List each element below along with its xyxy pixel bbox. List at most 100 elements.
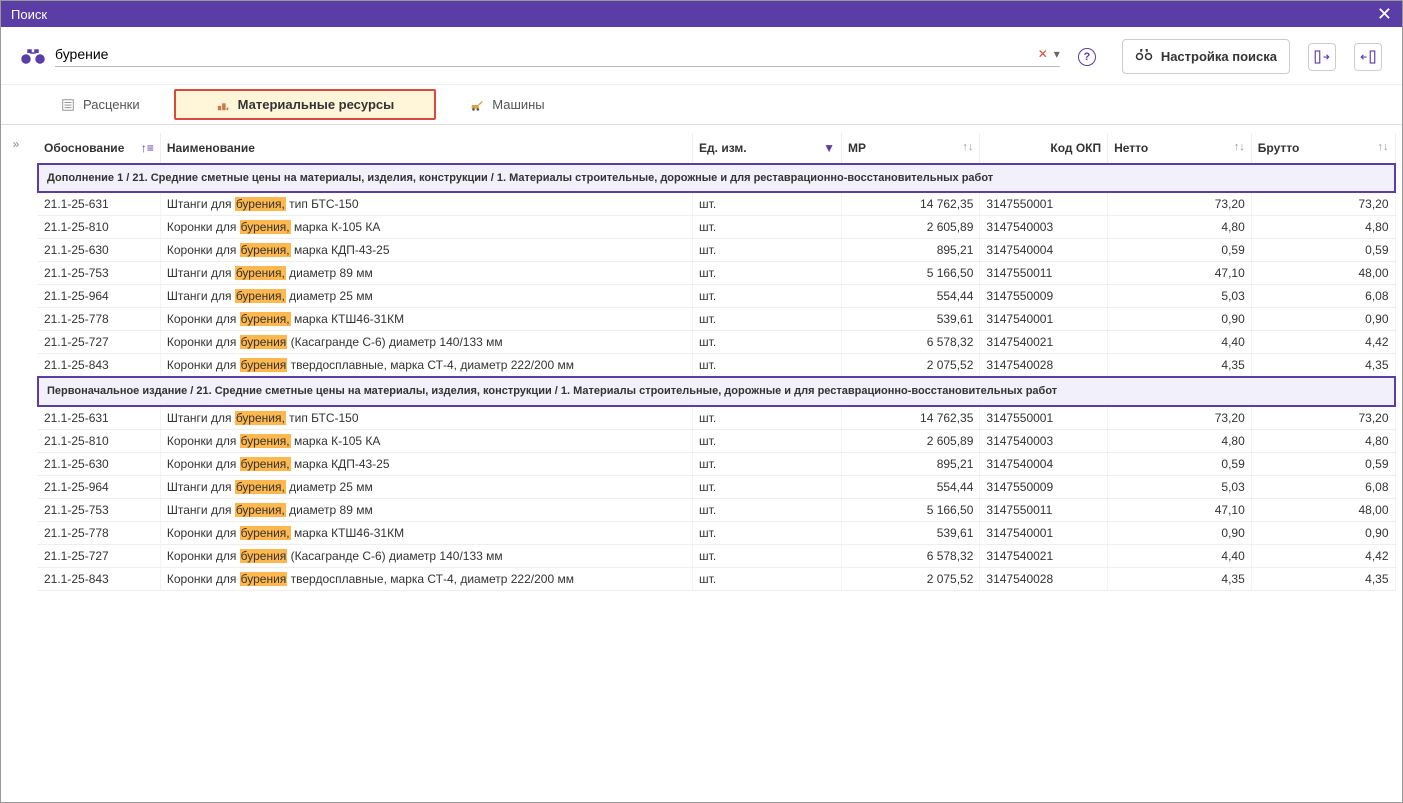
col-brutto[interactable]: Брутто↑↓ bbox=[1251, 133, 1395, 164]
clear-icon[interactable]: ✕ bbox=[1038, 47, 1048, 61]
cell-okp: 3147550001 bbox=[980, 192, 1108, 216]
group-header-row[interactable]: Первоначальное издание / 21. Средние сме… bbox=[38, 377, 1395, 405]
table-row[interactable]: 21.1-25-810Коронки для бурения, марка К-… bbox=[38, 429, 1395, 452]
cell-unit: шт. bbox=[693, 308, 842, 331]
search-input[interactable] bbox=[55, 46, 1038, 62]
table-row[interactable]: 21.1-25-727Коронки для бурения (Касагран… bbox=[38, 331, 1395, 354]
cell-obosn: 21.1-25-964 bbox=[38, 475, 160, 498]
cell-mr: 2 075,52 bbox=[842, 354, 980, 378]
cell-obosn: 21.1-25-631 bbox=[38, 192, 160, 216]
materials-icon bbox=[216, 98, 230, 112]
cell-mr: 895,21 bbox=[842, 239, 980, 262]
cell-unit: шт. bbox=[693, 475, 842, 498]
table-row[interactable]: 21.1-25-753Штанги для бурения, диаметр 8… bbox=[38, 262, 1395, 285]
cell-name: Коронки для бурения, марка К-105 КА bbox=[160, 429, 692, 452]
content: » Обоснование↑≡ Наименование Ед. изм.▼ М… bbox=[1, 125, 1402, 802]
filter-icon[interactable]: ▼ bbox=[823, 141, 835, 155]
tabs: Расценки Материальные ресурсы Машины bbox=[1, 85, 1402, 125]
cell-brutto: 4,80 bbox=[1251, 216, 1395, 239]
cell-okp: 3147550001 bbox=[980, 406, 1108, 430]
table-row[interactable]: 21.1-25-631Штанги для бурения, тип БТС-1… bbox=[38, 192, 1395, 216]
cell-name: Коронки для бурения (Касагранде С-6) диа… bbox=[160, 544, 692, 567]
dropdown-icon[interactable]: ▾ bbox=[1054, 47, 1060, 61]
help-icon[interactable]: ? bbox=[1078, 48, 1096, 66]
col-okp[interactable]: Код ОКП bbox=[980, 133, 1108, 164]
search-right-icons: ✕ ▾ bbox=[1038, 47, 1060, 61]
cell-mr: 6 578,32 bbox=[842, 331, 980, 354]
table-row[interactable]: 21.1-25-778Коронки для бурения, марка КТ… bbox=[38, 521, 1395, 544]
tab-materials[interactable]: Материальные ресурсы bbox=[174, 89, 437, 120]
col-netto[interactable]: Нетто↑↓ bbox=[1108, 133, 1252, 164]
highlighted-term: бурения, bbox=[240, 312, 291, 326]
search-box: ✕ ▾ bbox=[55, 46, 1060, 67]
cell-unit: шт. bbox=[693, 567, 842, 590]
cell-mr: 554,44 bbox=[842, 285, 980, 308]
cell-obosn: 21.1-25-631 bbox=[38, 406, 160, 430]
close-icon[interactable]: ✕ bbox=[1377, 4, 1392, 25]
table-row[interactable]: 21.1-25-630Коронки для бурения, марка КД… bbox=[38, 452, 1395, 475]
cell-name: Коронки для бурения, марка КТШ46-31КМ bbox=[160, 308, 692, 331]
cell-obosn: 21.1-25-753 bbox=[38, 262, 160, 285]
tab-machines-label: Машины bbox=[492, 97, 544, 112]
cell-mr: 895,21 bbox=[842, 452, 980, 475]
cell-mr: 5 166,50 bbox=[842, 498, 980, 521]
cell-mr: 14 762,35 bbox=[842, 406, 980, 430]
sidebar-expander[interactable]: » bbox=[1, 125, 31, 802]
cell-brutto: 4,80 bbox=[1251, 429, 1395, 452]
cell-obosn: 21.1-25-810 bbox=[38, 216, 160, 239]
tab-machines[interactable]: Машины bbox=[440, 85, 574, 124]
cell-okp: 3147540028 bbox=[980, 567, 1108, 590]
cell-netto: 0,90 bbox=[1108, 308, 1252, 331]
cell-okp: 3147540001 bbox=[980, 521, 1108, 544]
cell-name: Штанги для бурения, тип БТС-150 bbox=[160, 192, 692, 216]
panel-toggle-left-button[interactable] bbox=[1308, 43, 1336, 71]
sort-icon: ↑↓ bbox=[1234, 141, 1245, 153]
group-header-row[interactable]: Дополнение 1 / 21. Средние сметные цены … bbox=[38, 164, 1395, 192]
group-title: Первоначальное издание / 21. Средние сме… bbox=[38, 377, 1395, 405]
cell-netto: 47,10 bbox=[1108, 262, 1252, 285]
cell-netto: 73,20 bbox=[1108, 192, 1252, 216]
cell-unit: шт. bbox=[693, 498, 842, 521]
cell-mr: 2 605,89 bbox=[842, 429, 980, 452]
pricing-icon bbox=[61, 98, 75, 112]
search-settings-button[interactable]: Настройка поиска bbox=[1122, 39, 1290, 74]
cell-netto: 4,80 bbox=[1108, 429, 1252, 452]
binoculars-icon bbox=[21, 45, 45, 69]
col-name[interactable]: Наименование bbox=[160, 133, 692, 164]
highlighted-term: бурения, bbox=[235, 197, 286, 211]
cell-unit: шт. bbox=[693, 354, 842, 378]
table-row[interactable]: 21.1-25-631Штанги для бурения, тип БТС-1… bbox=[38, 406, 1395, 430]
cell-obosn: 21.1-25-843 bbox=[38, 354, 160, 378]
table-row[interactable]: 21.1-25-843Коронки для бурения твердоспл… bbox=[38, 567, 1395, 590]
tab-pricing[interactable]: Расценки bbox=[31, 85, 170, 124]
tab-pricing-label: Расценки bbox=[83, 97, 140, 112]
col-obosn[interactable]: Обоснование↑≡ bbox=[38, 133, 160, 164]
table-row[interactable]: 21.1-25-727Коронки для бурения (Касагран… bbox=[38, 544, 1395, 567]
search-settings-label: Настройка поиска bbox=[1161, 49, 1277, 64]
table-row[interactable]: 21.1-25-964Штанги для бурения, диаметр 2… bbox=[38, 285, 1395, 308]
cell-obosn: 21.1-25-778 bbox=[38, 521, 160, 544]
highlighted-term: бурения, bbox=[240, 526, 291, 540]
cell-unit: шт. bbox=[693, 285, 842, 308]
col-mr[interactable]: МР↑↓ bbox=[842, 133, 980, 164]
cell-unit: шт. bbox=[693, 452, 842, 475]
table-row[interactable]: 21.1-25-630Коронки для бурения, марка КД… bbox=[38, 239, 1395, 262]
table-row[interactable]: 21.1-25-778Коронки для бурения, марка КТ… bbox=[38, 308, 1395, 331]
cell-brutto: 0,90 bbox=[1251, 521, 1395, 544]
cell-mr: 14 762,35 bbox=[842, 192, 980, 216]
cell-brutto: 48,00 bbox=[1251, 498, 1395, 521]
table-row[interactable]: 21.1-25-753Штанги для бурения, диаметр 8… bbox=[38, 498, 1395, 521]
col-unit[interactable]: Ед. изм.▼ bbox=[693, 133, 842, 164]
cell-unit: шт. bbox=[693, 192, 842, 216]
table-row[interactable]: 21.1-25-964Штанги для бурения, диаметр 2… bbox=[38, 475, 1395, 498]
cell-mr: 2 075,52 bbox=[842, 567, 980, 590]
panel-toggle-right-button[interactable] bbox=[1354, 43, 1382, 71]
table-row[interactable]: 21.1-25-843Коронки для бурения твердоспл… bbox=[38, 354, 1395, 378]
cell-name: Штанги для бурения, диаметр 25 мм bbox=[160, 475, 692, 498]
cell-brutto: 0,59 bbox=[1251, 452, 1395, 475]
cell-name: Коронки для бурения, марка КДП-43-25 bbox=[160, 239, 692, 262]
cell-netto: 73,20 bbox=[1108, 406, 1252, 430]
table-row[interactable]: 21.1-25-810Коронки для бурения, марка К-… bbox=[38, 216, 1395, 239]
cell-unit: шт. bbox=[693, 262, 842, 285]
search-window: Поиск ✕ ✕ ▾ ? Настройка поиска bbox=[0, 0, 1403, 803]
